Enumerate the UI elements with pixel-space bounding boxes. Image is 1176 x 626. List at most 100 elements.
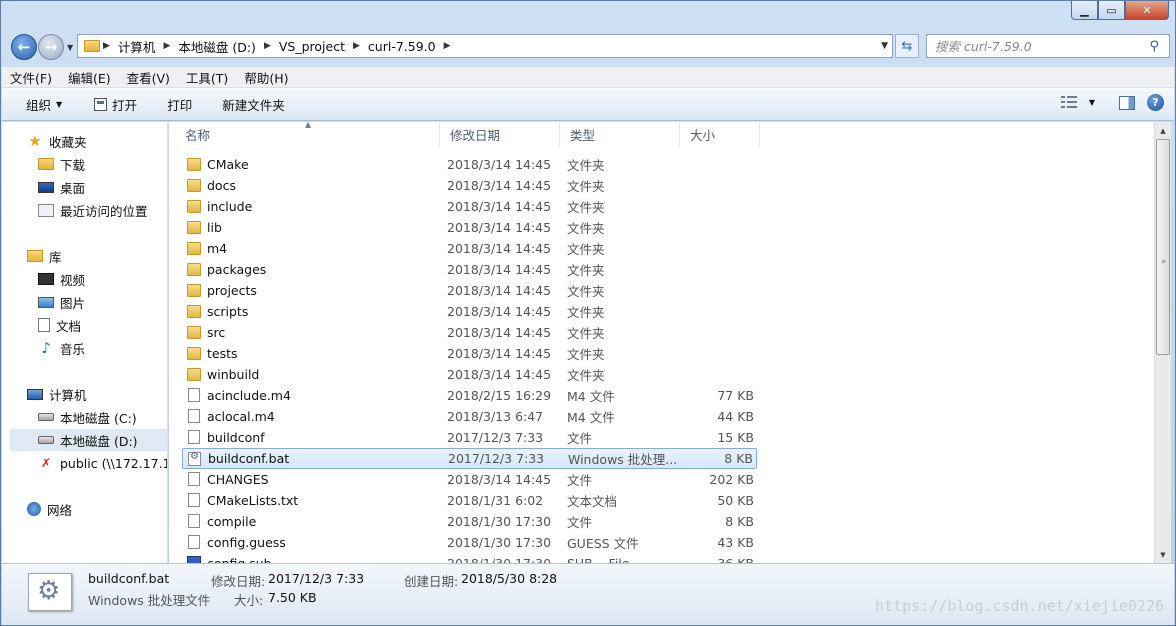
open-button[interactable]: 打开	[74, 95, 149, 114]
column-header-type[interactable]: 类型	[560, 122, 680, 146]
file-row[interactable]: include 2018/3/14 14:45 文件夹	[182, 196, 757, 217]
nav-favorites[interactable]: ★ 收藏夹	[27, 130, 86, 152]
nav-libraries[interactable]: 库	[27, 245, 62, 267]
file-type: GUESS 文件	[567, 536, 639, 551]
file-row[interactable]: packages 2018/3/14 14:45 文件夹	[182, 259, 757, 280]
vertical-scrollbar[interactable]: ▲ ≡ ▼	[1154, 122, 1171, 563]
file-row[interactable]: docs 2018/3/14 14:45 文件夹	[182, 175, 757, 196]
file-row[interactable]: scripts 2018/3/14 14:45 文件夹	[182, 301, 757, 322]
close-button[interactable]: ✕	[1125, 1, 1169, 20]
menu-view[interactable]: 查看(V)	[119, 68, 178, 87]
nav-downloads[interactable]: 下载	[38, 153, 85, 175]
nav-drive-d[interactable]: 本地磁盘 (D:)	[10, 429, 167, 451]
change-view-icon[interactable]	[1060, 95, 1077, 110]
nav-videos[interactable]: 视频	[38, 268, 85, 290]
nav-desktop[interactable]: 桌面	[38, 176, 85, 198]
breadcrumb-curl[interactable]: curl-7.59.0	[363, 39, 441, 54]
file-row[interactable]: buildconf 2017/12/3 7:33 文件 15 KB	[182, 427, 757, 448]
nav-label: 本地磁盘 (C:)	[60, 410, 137, 426]
file-row[interactable]: CHANGES 2018/3/14 14:45 文件 202 KB	[182, 469, 757, 490]
back-button[interactable]: ←	[11, 34, 37, 60]
file-row[interactable]: buildconf.bat 2017/12/3 7:33 Windows 批处理..…	[182, 448, 757, 469]
file-row[interactable]: winbuild 2018/3/14 14:45 文件夹	[182, 364, 757, 385]
help-icon[interactable]: ?	[1147, 94, 1164, 111]
forward-button[interactable]: →	[38, 34, 64, 60]
scroll-down-icon[interactable]: ▼	[1155, 546, 1171, 563]
details-size: 7.50 KB	[268, 590, 317, 605]
breadcrumb-computer[interactable]: 计算机	[113, 37, 161, 56]
column-label: 类型	[570, 127, 596, 143]
nav-network[interactable]: 网络	[27, 498, 72, 520]
scroll-thumb[interactable]: ≡	[1156, 139, 1170, 355]
file-name: buildconf.bat	[208, 451, 290, 466]
nav-computer[interactable]: 计算机	[27, 383, 87, 405]
file-icon	[188, 514, 200, 528]
chevron-right-icon[interactable]: ▶	[350, 41, 363, 51]
libraries-icon	[27, 250, 43, 262]
file-row[interactable]: acinclude.m4 2018/2/15 16:29 M4 文件 77 KB	[182, 385, 757, 406]
nav-music[interactable]: ♪ 音乐	[38, 337, 85, 359]
breadcrumb-vs-project[interactable]: VS_project	[274, 39, 350, 54]
new-folder-button[interactable]: 新建文件夹	[204, 95, 297, 114]
search-box[interactable]: ⚲	[926, 34, 1170, 58]
nav-label: public (\\172.17.10	[60, 455, 168, 471]
file-icon	[188, 430, 200, 444]
file-name: packages	[207, 262, 267, 277]
chevron-down-icon[interactable]: ▼	[881, 41, 888, 51]
recent-pages-dropdown-icon[interactable]: ▼	[67, 43, 73, 52]
folder-icon	[187, 158, 201, 171]
scroll-up-icon[interactable]: ▲	[1155, 122, 1171, 139]
menu-edit[interactable]: 编辑(E)	[60, 68, 119, 87]
file-row[interactable]: tests 2018/3/14 14:45 文件夹	[182, 343, 757, 364]
file-row[interactable]: lib 2018/3/14 14:45 文件夹	[182, 217, 757, 238]
file-type: 文件	[567, 473, 593, 488]
file-row[interactable]: m4 2018/3/14 14:45 文件夹	[182, 238, 757, 259]
file-row[interactable]: aclocal.m4 2018/3/13 6:47 M4 文件 44 KB	[182, 406, 757, 427]
file-icon	[188, 409, 200, 423]
file-size: 8 KB	[725, 514, 754, 529]
file-row[interactable]: projects 2018/3/14 14:45 文件夹	[182, 280, 757, 301]
file-row[interactable]: config.sub 2018/1/30 17:30 SUB... File 36 K…	[182, 553, 757, 563]
maximize-button[interactable]: ▭	[1098, 1, 1125, 20]
minimize-button[interactable]: ▁	[1071, 1, 1098, 20]
nav-public-network-drive[interactable]: ✗ public (\\172.17.10	[38, 452, 168, 474]
file-type: M4 文件	[567, 410, 615, 425]
file-name: winbuild	[207, 367, 260, 382]
file-date: 2018/3/14 14:45	[447, 283, 552, 298]
search-icon[interactable]: ⚲	[1149, 39, 1159, 54]
menu-help[interactable]: 帮助(H)	[236, 68, 296, 87]
breadcrumb-drive-d[interactable]: 本地磁盘 (D:)	[173, 37, 261, 56]
menu-tools[interactable]: 工具(T)	[178, 68, 236, 87]
column-header-size[interactable]: 大小	[680, 122, 760, 146]
preview-pane-icon[interactable]	[1119, 95, 1135, 110]
chevron-right-icon[interactable]: ▶	[261, 41, 274, 51]
address-bar[interactable]: ▶ 计算机 ▶ 本地磁盘 (D:) ▶ VS_project ▶ curl-7.…	[77, 34, 893, 58]
address-row: ← → ▼ ▶ 计算机 ▶ 本地磁盘 (D:) ▶ VS_project ▶ c…	[1, 31, 1175, 61]
nav-documents[interactable]: 文档	[38, 314, 81, 336]
file-row[interactable]: config.guess 2018/1/30 17:30 GUESS 文件 43 KB	[182, 532, 757, 553]
details-size-label: 大小:	[234, 593, 264, 608]
file-row[interactable]: src 2018/3/14 14:45 文件夹	[182, 322, 757, 343]
nav-recent-places[interactable]: 最近访问的位置	[38, 199, 148, 221]
file-size: 15 KB	[717, 430, 754, 445]
chevron-right-icon[interactable]: ▶	[160, 41, 173, 51]
search-input[interactable]	[935, 38, 1135, 54]
folder-icon	[84, 40, 100, 52]
open-label: 打开	[112, 97, 138, 113]
nav-label: 下载	[60, 157, 86, 173]
menu-file[interactable]: 文件(F)	[2, 68, 60, 87]
view-dropdown[interactable]: ▼	[1089, 98, 1095, 107]
chevron-right-icon[interactable]: ▶	[441, 41, 454, 51]
video-icon	[38, 273, 54, 285]
column-header-date[interactable]: 修改日期	[440, 122, 560, 146]
nav-pictures[interactable]: 图片	[38, 291, 85, 313]
refresh-button[interactable]: ⇆	[895, 34, 919, 58]
nav-drive-c[interactable]: 本地磁盘 (C:)	[38, 406, 137, 428]
sub-file-icon	[187, 556, 201, 563]
organize-button[interactable]: 组织 ▼	[2, 95, 74, 114]
file-row[interactable]: CMakeLists.txt 2018/1/31 6:02 文本文档 50 KB	[182, 490, 757, 511]
print-button[interactable]: 打印	[149, 95, 204, 114]
chevron-right-icon[interactable]: ▶	[100, 41, 113, 51]
file-row[interactable]: compile 2018/1/30 17:30 文件 8 KB	[182, 511, 757, 532]
file-row[interactable]: CMake 2018/3/14 14:45 文件夹	[182, 154, 757, 175]
